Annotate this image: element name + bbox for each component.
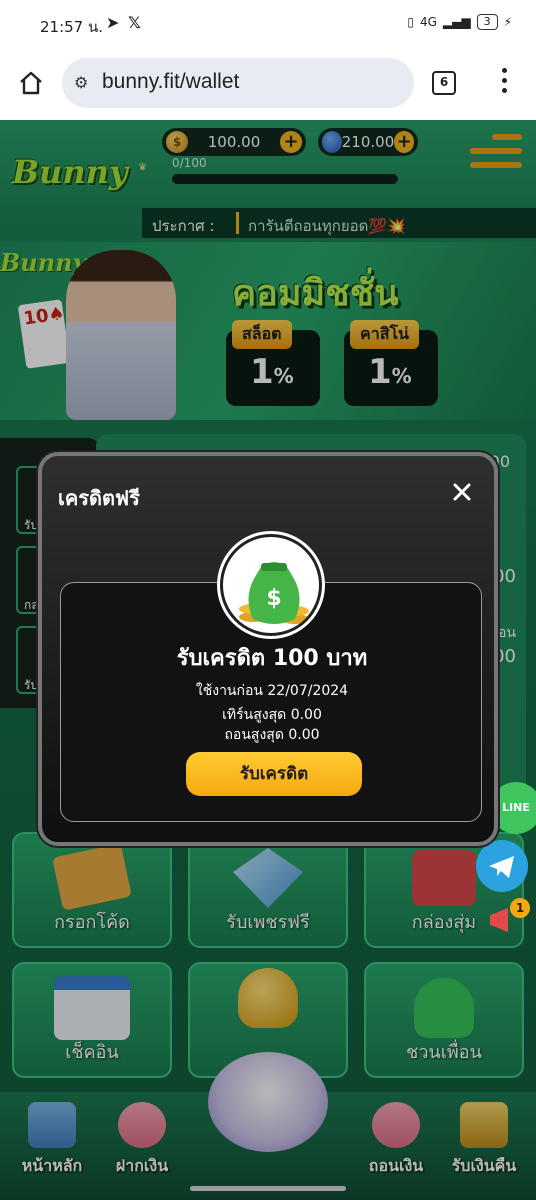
browser-toolbar: ⚙ bunny.fit/wallet 6	[0, 48, 536, 120]
tab-switcher-button[interactable]: 6	[432, 71, 456, 95]
vibrate-icon: ▯	[407, 15, 414, 29]
modal-title: เครดิตฟรี	[58, 486, 140, 510]
free-credit-modal: เครดิตฟรี $ รับเครดิต 100 บาท ใช้งานก่อน…	[38, 452, 498, 846]
signal-icon: ▂▄▆	[442, 15, 471, 29]
more-menu-icon[interactable]	[500, 68, 510, 98]
telegram-plane-icon	[489, 856, 514, 878]
url-text[interactable]: bunny.fit/wallet	[102, 70, 239, 94]
money-bag-icon: $	[220, 534, 322, 636]
address-bar[interactable]: ⚙ bunny.fit/wallet	[62, 58, 414, 108]
battery-icon: 3	[476, 14, 498, 30]
network-label: 4G	[419, 15, 437, 29]
svg-text:$: $	[266, 586, 281, 611]
charging-icon: ⚡	[503, 15, 512, 29]
status-right: ▯ 4G ▂▄▆ 3 ⚡	[407, 14, 512, 30]
x-icon: 𝕏	[128, 13, 141, 32]
use-before-date: ใช้งานก่อน 22/07/2024	[195, 683, 349, 699]
max-withdraw: ถอนสูงสุด 0.00	[224, 727, 320, 743]
max-turnover: เทิร์นสูงสุด 0.00	[222, 707, 322, 723]
claim-credit-title: รับเครดิต 100 บาท	[176, 646, 368, 671]
telegram-contact-button[interactable]	[476, 840, 528, 892]
status-bar: 21:57 น. ➤ 𝕏 ▯ 4G ▂▄▆ 3 ⚡	[0, 0, 536, 48]
home-icon[interactable]	[18, 70, 44, 96]
notification-badge: 1	[510, 898, 530, 918]
site-settings-icon[interactable]: ⚙	[74, 73, 88, 92]
telegram-icon: ➤	[106, 13, 120, 32]
claim-credit-button[interactable]: รับเครดิต	[186, 752, 362, 796]
announcement-button[interactable]: 1	[484, 898, 536, 938]
status-time: 21:57 น.	[40, 18, 104, 36]
close-icon[interactable]	[448, 478, 476, 506]
